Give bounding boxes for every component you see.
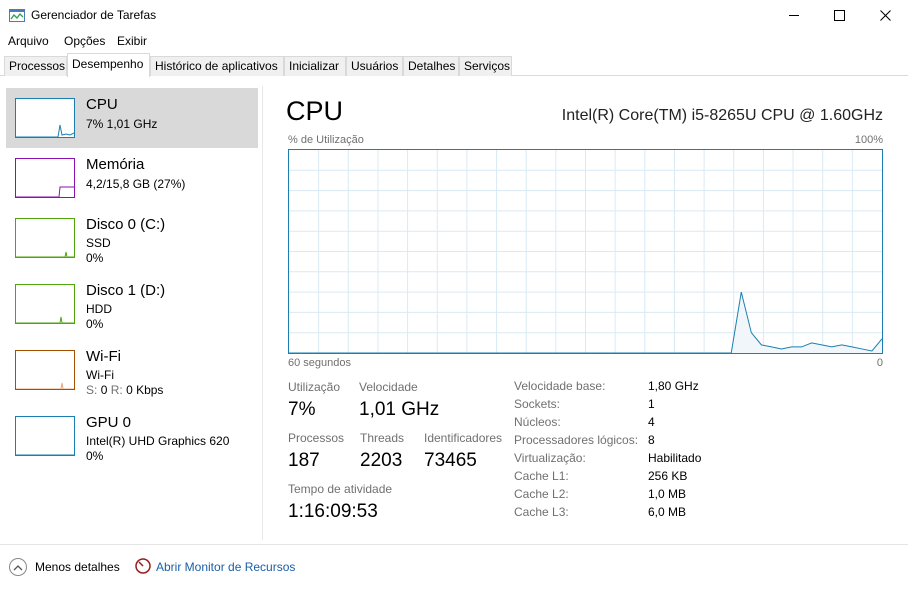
spec-label: Velocidade base: [514, 379, 606, 393]
uptime-label: Tempo de atividade [288, 482, 393, 496]
wifi-recv-value: 0 Kbps [126, 383, 164, 397]
tab-processos[interactable]: Processos [4, 56, 67, 76]
spec-label: Cache L3: [514, 505, 569, 519]
spec-label: Processadores lógicos: [514, 433, 639, 447]
graph-y-label: % de Utilização [288, 134, 364, 146]
sidebar-item-cpu[interactable]: CPU 7% 1,01 GHz [6, 88, 258, 148]
sidebar-item-detail: 4,2/15,8 GB (27%) [86, 177, 186, 191]
less-details-toggle[interactable] [9, 558, 27, 576]
close-icon [879, 10, 891, 21]
cpu-model-name: Intel(R) Core(TM) i5-8265U CPU @ 1.60GHz [561, 107, 883, 124]
spec-value: 1,80 GHz [648, 379, 699, 393]
graph-x-right-label: 0 [876, 357, 883, 369]
sidebar-item-wifi[interactable]: Wi-Fi Wi-Fi S: 0 R: 0 Kbps [6, 340, 258, 400]
spec-label: Cache L1: [514, 469, 569, 483]
sidebar-item-detail: 0% [86, 449, 104, 463]
sidebar-item-detail: S: 0 R: 0 Kbps [86, 383, 163, 397]
processes-label: Processos [288, 431, 345, 445]
utilization-label: Utilização [288, 380, 341, 394]
graph-x-left-label: 60 segundos [288, 357, 351, 369]
threads-value: 2203 [360, 450, 403, 471]
tab-bar: Processos Desempenho Histórico de aplica… [0, 53, 908, 77]
cpu-utilization-graph [288, 149, 883, 354]
cpu-detail-panel: CPU Intel(R) Core(TM) i5-8265U CPU @ 1.6… [286, 86, 886, 540]
sidebar-item-name: Wi-Fi [86, 348, 121, 365]
speed-value: 1,01 GHz [359, 399, 440, 420]
panel-divider[interactable] [262, 86, 263, 540]
tab-desempenho[interactable]: Desempenho [67, 53, 150, 77]
maximize-icon [833, 10, 845, 21]
sidebar-item-name: Disco 1 (D:) [86, 282, 166, 299]
utilization-value: 7% [288, 399, 316, 420]
spec-value: 256 KB [648, 469, 688, 483]
title-bar[interactable]: Gerenciador de Tarefas [0, 0, 908, 31]
sidebar-item-gpu-0[interactable]: GPU 0 Intel(R) UHD Graphics 620 0% [6, 406, 258, 466]
sidebar-item-name: Disco 0 (C:) [86, 216, 166, 233]
gpu-thumbnail-graph [15, 416, 75, 456]
spec-value: 8 [648, 433, 655, 447]
sidebar-item-name: Memória [86, 156, 145, 173]
footer: Menos detalhes Abrir Monitor de Recursos [0, 548, 908, 588]
processes-value: 187 [288, 450, 320, 471]
sidebar-item-type: Wi-Fi [86, 368, 114, 382]
tab-usuarios[interactable]: Usuários [346, 56, 403, 76]
graph-max-label: 100% [854, 134, 883, 146]
sidebar-item-disco-1[interactable]: Disco 1 (D:) HDD 0% [6, 274, 258, 334]
wifi-send-value: 0 [100, 383, 108, 397]
spec-value: 6,0 MB [648, 505, 687, 519]
spec-label: Virtualização: [514, 451, 586, 465]
handles-label: Identificadores [424, 431, 503, 445]
cpu-utilization-chart [289, 150, 882, 353]
wifi-send-label: S: [86, 383, 98, 397]
window-title: Gerenciador de Tarefas [31, 8, 157, 22]
menu-arquivo[interactable]: Arquivo [8, 34, 49, 48]
sidebar-item-type: Intel(R) UHD Graphics 620 [86, 434, 230, 448]
tab-detalhes[interactable]: Detalhes [403, 56, 459, 76]
sidebar-item-name: CPU [86, 96, 118, 113]
memory-thumbnail-graph [15, 158, 75, 198]
menu-exibir[interactable]: Exibir [117, 34, 147, 48]
sidebar-item-type: SSD [86, 236, 111, 250]
minimize-icon [788, 15, 799, 16]
tab-historico-aplicativos[interactable]: Histórico de aplicativos [150, 56, 284, 76]
spec-value: Habilitado [648, 451, 702, 465]
disk0-thumbnail-graph [15, 218, 75, 258]
tab-inicializar[interactable]: Inicializar [284, 56, 346, 76]
spec-label: Cache L2: [514, 487, 569, 501]
uptime-value: 1:16:09:53 [288, 501, 378, 522]
spec-value: 1,0 MB [648, 487, 687, 501]
maximize-button[interactable] [816, 0, 862, 31]
task-manager-icon [9, 9, 25, 22]
threads-label: Threads [360, 431, 405, 445]
resource-monitor-icon [135, 558, 151, 574]
resource-sidebar: CPU 7% 1,01 GHz Memória 4,2/15,8 GB (27%… [0, 86, 262, 540]
spec-value: 1 [648, 397, 655, 411]
disk1-thumbnail-graph [15, 284, 75, 324]
sidebar-item-detail: 7% 1,01 GHz [86, 117, 158, 131]
cpu-thumbnail-graph [15, 98, 75, 138]
minimize-button[interactable] [771, 0, 817, 31]
sidebar-item-memoria[interactable]: Memória 4,2/15,8 GB (27%) [6, 148, 258, 208]
tab-servicos[interactable]: Serviços [459, 56, 512, 76]
handles-value: 73465 [424, 450, 477, 471]
open-resource-monitor-link[interactable]: Abrir Monitor de Recursos [156, 560, 295, 574]
sidebar-item-name: GPU 0 [86, 414, 132, 431]
chevron-up-icon [13, 564, 23, 570]
spec-label: Sockets: [514, 397, 561, 411]
wifi-recv-label: R: [110, 383, 123, 397]
sidebar-item-type: HDD [86, 302, 112, 316]
sidebar-item-disco-0[interactable]: Disco 0 (C:) SSD 0% [6, 208, 258, 268]
menu-opcoes[interactable]: Opções [64, 34, 105, 48]
close-button[interactable] [862, 0, 908, 31]
sidebar-item-detail: 0% [86, 251, 104, 265]
speed-label: Velocidade [359, 380, 418, 394]
sidebar-item-detail: 0% [86, 317, 104, 331]
menu-bar: Arquivo Opções Exibir [0, 31, 908, 51]
wifi-thumbnail-graph [15, 350, 75, 390]
less-details-button[interactable]: Menos detalhes [35, 560, 120, 574]
spec-value: 4 [648, 415, 655, 429]
page-title: CPU [286, 96, 344, 126]
footer-divider [0, 544, 908, 545]
spec-label: Núcleos: [514, 415, 561, 429]
